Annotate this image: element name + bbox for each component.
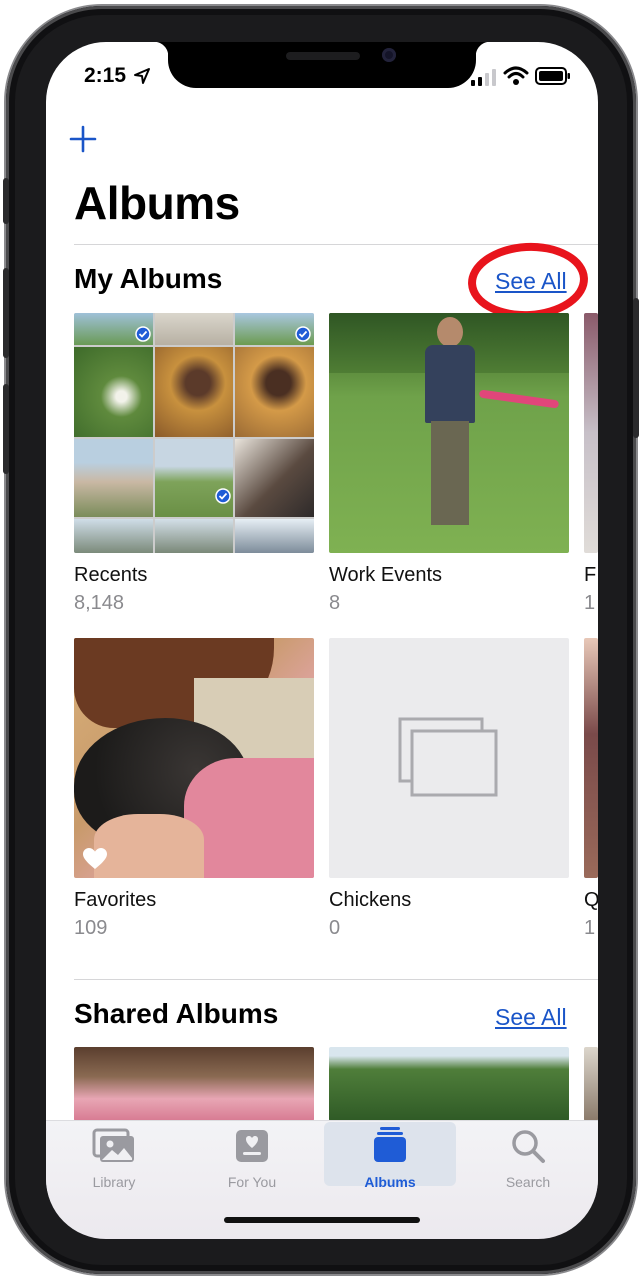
album-count-sixth: 1: [584, 917, 596, 939]
speaker: [286, 52, 360, 60]
shared-album-thumbnail-1[interactable]: [74, 1047, 314, 1121]
mute-switch: [3, 178, 9, 224]
favorites-album-thumbnail[interactable]: [74, 638, 314, 878]
album-count-third: 1: [584, 592, 596, 614]
section-divider: [74, 979, 598, 980]
photo-library-icon: [92, 1128, 134, 1162]
shared-albums-heading: Shared Albums: [74, 998, 279, 1029]
work-events-album-thumbnail[interactable]: [329, 313, 569, 553]
notch: [154, 42, 490, 88]
side-button: [633, 298, 639, 438]
search-icon: [512, 1130, 545, 1163]
album-count-work-events: 8: [329, 592, 341, 614]
album-count-recents: 8,148: [74, 592, 125, 614]
shared-album-thumbnail-2[interactable]: [329, 1047, 569, 1121]
album-name-recents[interactable]: Recents: [74, 564, 147, 587]
album-name-work-events[interactable]: Work Events: [329, 564, 442, 587]
album-count-favorites: 109: [74, 917, 108, 939]
heart-icon: [83, 848, 107, 869]
volume-down-button: [3, 384, 9, 474]
tab-albums-label: Albums: [364, 1174, 416, 1190]
volume-up-button: [3, 268, 9, 358]
tab-search[interactable]: Search: [462, 1126, 594, 1190]
recents-album-thumbnail[interactable]: [74, 313, 314, 553]
page-title: Albums: [74, 177, 240, 229]
location-arrow-icon: [134, 68, 150, 84]
tab-for-you-label: For You: [227, 1174, 277, 1190]
chickens-album-thumbnail[interactable]: [329, 638, 569, 878]
album-count-chickens: 0: [329, 917, 341, 939]
album-name-sixth[interactable]: Q: [584, 889, 598, 912]
album-name-favorites[interactable]: Favorites: [74, 889, 156, 912]
shared-albums-see-all-link[interactable]: See All: [495, 1004, 567, 1031]
album-name-third[interactable]: F: [584, 564, 598, 587]
selected-check-icon: [215, 488, 231, 504]
for-you-icon: [236, 1130, 268, 1162]
tab-for-you[interactable]: For You: [186, 1126, 318, 1190]
status-time: 2:15: [84, 64, 127, 87]
third-album-thumbnail[interactable]: [584, 313, 598, 553]
add-album-icon[interactable]: [68, 124, 98, 154]
selected-check-icon: [135, 326, 151, 342]
sixth-album-thumbnail[interactable]: [584, 638, 598, 878]
wifi-icon: [503, 66, 529, 85]
tab-search-label: Search: [505, 1174, 551, 1190]
tab-albums[interactable]: Albums: [324, 1122, 456, 1190]
cellular-signal-icon: [471, 69, 496, 86]
my-albums-heading: My Albums: [74, 263, 223, 294]
shared-album-thumbnail-3[interactable]: [584, 1047, 598, 1121]
selected-check-icon: [295, 326, 311, 342]
home-indicator[interactable]: [224, 1217, 420, 1223]
tab-library[interactable]: Library: [48, 1126, 180, 1190]
albums-icon: [374, 1127, 406, 1162]
album-name-chickens[interactable]: Chickens: [329, 889, 411, 912]
battery-icon: [535, 67, 570, 85]
front-camera: [382, 48, 396, 62]
empty-album-placeholder-icon: [398, 717, 498, 797]
tab-library-label: Library: [92, 1174, 136, 1190]
